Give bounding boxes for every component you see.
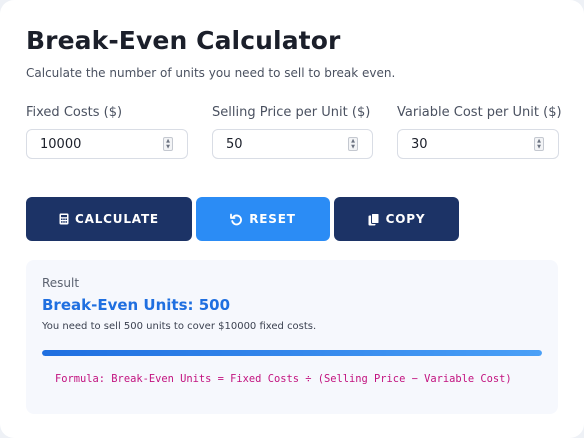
selling-price-field: ▲▼ <box>212 129 373 159</box>
calculate-button[interactable]: CALCULATE <box>26 197 192 241</box>
calculator-card: Break-Even Calculator Calculate the numb… <box>0 0 584 438</box>
selling-price-label: Selling Price per Unit ($) <box>212 105 371 120</box>
reset-button-label: RESET <box>249 212 296 226</box>
fixed-costs-label: Fixed Costs ($) <box>26 105 123 120</box>
fixed-costs-field: ▲▼ <box>26 129 188 159</box>
progress-bar <box>42 350 542 356</box>
calculate-button-label: CALCULATE <box>75 212 159 226</box>
calculator-icon <box>59 213 69 225</box>
formula-text: Formula: Break-Even Units = Fixed Costs … <box>55 373 512 385</box>
result-label: Result <box>42 276 80 290</box>
copy-button[interactable]: COPY <box>334 197 459 241</box>
result-panel: Result Break-Even Units: 500 You need to… <box>26 260 558 414</box>
progress-fill <box>42 350 542 356</box>
page-title: Break-Even Calculator <box>26 26 341 55</box>
reset-button[interactable]: RESET <box>196 197 330 241</box>
result-value: Break-Even Units: 500 <box>42 296 231 314</box>
number-stepper-icon[interactable]: ▲ ▼ <box>163 137 173 151</box>
reset-icon <box>230 213 243 226</box>
copy-icon <box>368 212 380 226</box>
copy-button-label: COPY <box>385 212 426 226</box>
result-description: You need to sell 500 units to cover $100… <box>42 321 317 332</box>
number-stepper-icon[interactable]: ▲ ▼ <box>348 137 358 151</box>
variable-cost-field: ▲▼ <box>397 129 559 159</box>
number-stepper-icon[interactable]: ▲ ▼ <box>534 137 544 151</box>
page-subtitle: Calculate the number of units you need t… <box>26 66 396 80</box>
variable-cost-label: Variable Cost per Unit ($) <box>397 105 562 120</box>
